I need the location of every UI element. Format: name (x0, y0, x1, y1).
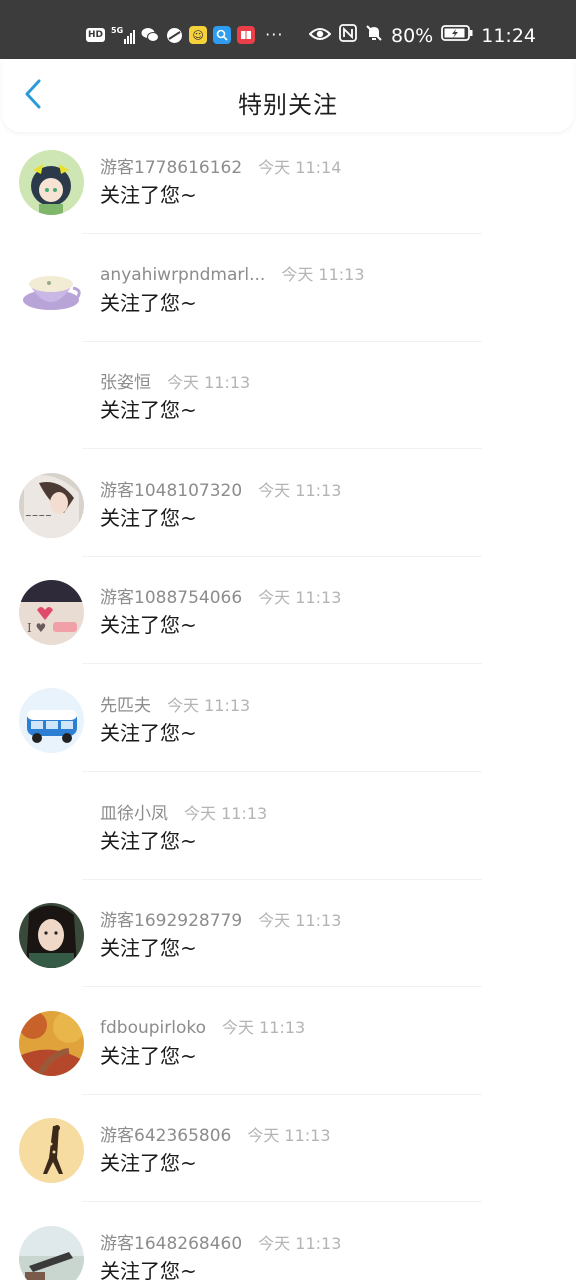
list-item[interactable]: I ♥ 游客1088754066 今天 11:13 关注了您~ (0, 567, 576, 675)
timestamp: 今天 11:14 (258, 158, 342, 177)
girl-photo-avatar[interactable]: ~~~~ (19, 472, 84, 538)
item-meta: 先匹夫 今天 11:13 (100, 691, 250, 716)
message-text: 关注了您~ (100, 613, 197, 638)
user-name[interactable]: anyahiwrpndmarl... (100, 265, 265, 285)
item-meta: 皿徐小凤 今天 11:13 (100, 799, 267, 824)
user-name[interactable]: 游客642365806 (100, 1121, 231, 1146)
item-meta: anyahiwrpndmarl... 今天 11:13 (100, 261, 365, 285)
page-title: 特别关注 (238, 91, 338, 119)
battery-level: 80% (391, 24, 434, 47)
message-text: 关注了您~ (100, 183, 197, 207)
user-name[interactable]: 先匹夫 (100, 691, 151, 716)
timestamp: 今天 11:13 (167, 373, 251, 393)
list-item[interactable]: ~~~~ 游客1048107320 今天 11:13 关注了您~ (0, 460, 576, 568)
user-name[interactable]: 游客1692928779 (100, 906, 242, 931)
list-item[interactable]: fdboupirloko 今天 11:13 关注了您~ (0, 998, 576, 1106)
list-item[interactable]: 游客1648268460 今天 11:13 关注了您~ (0, 1213, 576, 1280)
item-meta: 游客1088754066 今天 11:13 (100, 583, 341, 608)
network-type: 5G (111, 26, 124, 35)
search-app-icon (213, 26, 232, 44)
anime-girl-avatar[interactable] (19, 150, 84, 215)
battery-icon (441, 24, 473, 47)
divider (82, 1093, 482, 1095)
svg-text:I ♥: I ♥ (27, 621, 46, 635)
mute-icon (365, 24, 383, 47)
item-meta: 游客1778616162 今天 11:14 (100, 153, 341, 178)
svg-text:~~~~: ~~~~ (25, 511, 52, 520)
item-meta: 游客1648268460 今天 11:13 (100, 1229, 341, 1254)
avatar-placeholder (19, 796, 84, 861)
timestamp: 今天 11:13 (184, 803, 268, 823)
beach-photo-avatar[interactable] (19, 1225, 84, 1280)
portrait-avatar[interactable] (19, 903, 84, 969)
list-item[interactable]: 张姿恒 今天 11:13 关注了您~ (0, 352, 576, 460)
header: 特别关注 (2, 59, 574, 132)
status-time: 11:24 (481, 24, 536, 47)
item-meta: 张姿恒 今天 11:13 (100, 368, 250, 393)
timestamp: 今天 11:13 (258, 1233, 342, 1253)
eye-icon (308, 25, 332, 47)
user-name[interactable]: 游客1048107320 (100, 476, 242, 501)
timestamp: 今天 11:13 (222, 1017, 306, 1037)
divider (82, 770, 482, 772)
message-text: 关注了您~ (100, 936, 197, 961)
status-bar: HD 5G ☺ ··· 80% 11:24 (0, 0, 576, 59)
autumn-road-avatar[interactable] (19, 1010, 84, 1076)
user-name[interactable]: 张姿恒 (100, 368, 151, 393)
timestamp: 今天 11:13 (167, 695, 251, 715)
message-text: 关注了您~ (100, 1258, 197, 1280)
hd-icon: HD (86, 28, 106, 42)
user-name[interactable]: 游客1648268460 (100, 1229, 242, 1254)
item-meta: 游客1692928779 今天 11:13 (100, 906, 341, 931)
more-notifications-icon: ··· (265, 25, 284, 44)
list-item[interactable]: 游客1692928779 今天 11:13 关注了您~ (0, 890, 576, 998)
timestamp: 今天 11:13 (258, 480, 342, 500)
browser-icon (165, 26, 183, 44)
user-name[interactable]: 游客1088754066 (100, 583, 242, 608)
status-right-icons: 80% 11:24 (308, 24, 536, 47)
message-text: 关注了您~ (100, 720, 197, 745)
status-left-icons: HD 5G ☺ ··· (86, 26, 283, 44)
user-name[interactable]: 游客1778616162 (100, 153, 242, 178)
blue-van-avatar[interactable] (19, 687, 84, 753)
user-name[interactable]: fdboupirloko (100, 1018, 206, 1038)
message-text: 关注了您~ (100, 1043, 197, 1068)
divider (82, 340, 482, 342)
wechat-icon (141, 26, 160, 44)
list-item[interactable]: 游客1778616162 今天 11:14 关注了您~ (0, 137, 576, 245)
follow-list: 游客1778616162 今天 11:14 关注了您~ anyahiwrpndm… (0, 137, 576, 1280)
list-item[interactable]: anyahiwrpndmarl... 今天 11:13 关注了您~ (0, 245, 576, 353)
avatar-placeholder (19, 365, 84, 430)
giraffe-avatar[interactable] (19, 1118, 84, 1184)
list-item[interactable]: 先匹夫 今天 11:13 关注了您~ (0, 675, 576, 783)
item-meta: 游客1048107320 今天 11:13 (100, 476, 341, 501)
signal-5g-icon: 5G (111, 26, 136, 44)
nfc-icon (339, 24, 357, 47)
message-text: 关注了您~ (100, 505, 197, 530)
user-name[interactable]: 皿徐小凤 (100, 799, 168, 824)
message-text: 关注了您~ (100, 290, 197, 315)
item-meta: 游客642365806 今天 11:13 (100, 1121, 331, 1146)
divider (82, 448, 482, 450)
timestamp: 今天 11:13 (281, 264, 365, 284)
love-text-avatar[interactable]: I ♥ (19, 580, 84, 646)
timestamp: 今天 11:13 (258, 911, 342, 931)
item-meta: fdboupirloko 今天 11:13 (100, 1014, 305, 1038)
list-item[interactable]: 皿徐小凤 今天 11:13 关注了您~ (0, 783, 576, 891)
divider (82, 1201, 482, 1203)
message-text: 关注了您~ (100, 828, 197, 853)
qq-icon: ☺ (189, 26, 208, 44)
list-item[interactable]: 游客642365806 今天 11:13 关注了您~ (0, 1105, 576, 1213)
timestamp: 今天 11:13 (258, 588, 342, 608)
timestamp: 今天 11:13 (247, 1126, 331, 1146)
divider (82, 663, 482, 665)
message-text: 关注了您~ (100, 1151, 197, 1176)
divider (82, 986, 482, 988)
message-text: 关注了您~ (100, 398, 197, 423)
book-app-icon (237, 26, 256, 44)
teacup-avatar[interactable] (19, 257, 84, 323)
divider (82, 233, 482, 234)
divider (82, 878, 482, 880)
divider (82, 555, 482, 557)
